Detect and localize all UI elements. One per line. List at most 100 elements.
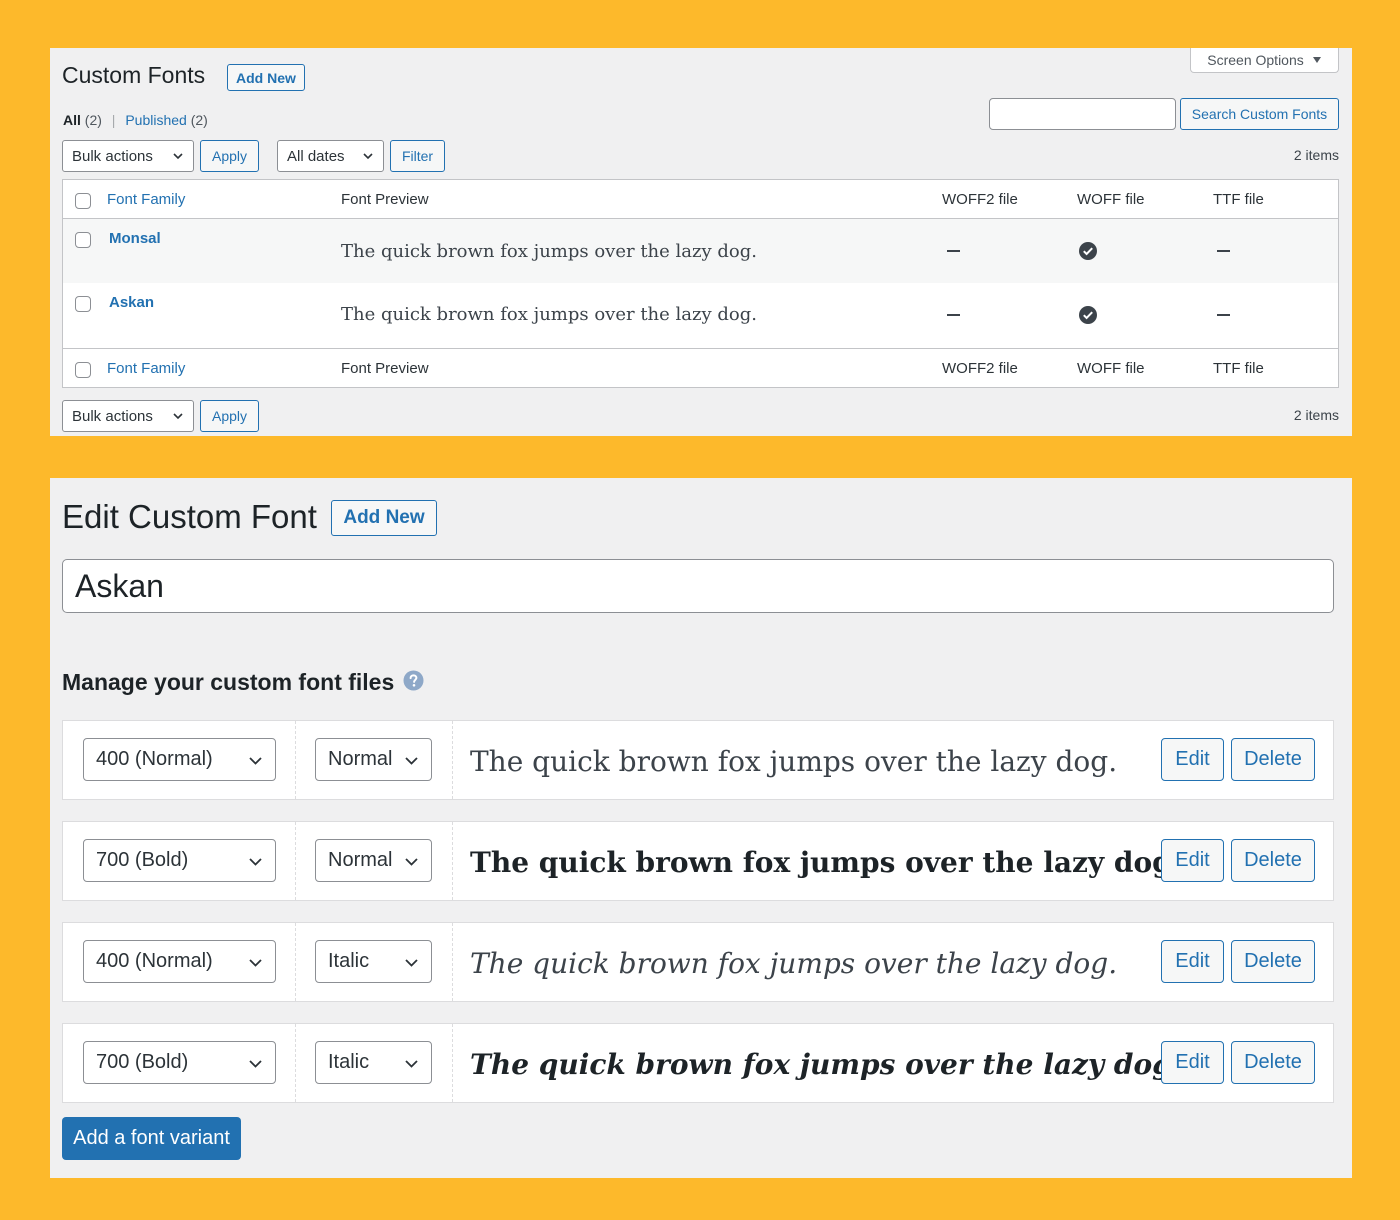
chevron-down-icon [405, 1059, 418, 1068]
filter-all-count: (2) [84, 112, 102, 128]
weight-select[interactable]: 400 (Normal) [83, 940, 276, 983]
column-divider [295, 1024, 296, 1102]
check-circle-icon [1079, 306, 1097, 324]
style-select[interactable]: Normal [315, 738, 432, 781]
bulk-actions-value: Bulk actions [72, 407, 153, 425]
font-variant-row: 400 (Normal) Normal The quick brown fox … [62, 720, 1334, 800]
chevron-down-icon [363, 153, 373, 160]
column-ttf: TTF file [1213, 191, 1264, 208]
chevron-down-icon [249, 756, 262, 765]
dates-select[interactable]: All dates [277, 140, 384, 172]
column-divider [295, 721, 296, 799]
filter-published-link[interactable]: Published [125, 112, 187, 128]
search-custom-fonts-button[interactable]: Search Custom Fonts [1180, 98, 1339, 130]
weight-value: 700 (Bold) [96, 849, 189, 871]
table-footer: Font Family Font Preview WOFF2 file WOFF… [63, 348, 1338, 387]
column-divider [452, 923, 453, 1001]
delete-variant-button[interactable]: Delete [1231, 839, 1315, 882]
column-font-family[interactable]: Font Family [107, 191, 185, 208]
items-count-top: 2 items [1293, 147, 1339, 163]
column-divider [295, 822, 296, 900]
column-woff2-footer: WOFF2 file [942, 360, 1018, 377]
edit-variant-button[interactable]: Edit [1161, 738, 1224, 781]
font-name-link[interactable]: Monsal [109, 230, 161, 247]
question-circle-icon[interactable] [403, 670, 424, 691]
weight-select[interactable]: 700 (Bold) [83, 839, 276, 882]
edit-variant-button[interactable]: Edit [1161, 1041, 1224, 1084]
column-divider [452, 822, 453, 900]
weight-select[interactable]: 700 (Bold) [83, 1041, 276, 1084]
delete-variant-button[interactable]: Delete [1231, 738, 1315, 781]
manage-files-heading: Manage your custom font files [62, 669, 395, 695]
font-name-input[interactable]: Askan [62, 559, 1334, 613]
font-variant-row: 700 (Bold) Normal The quick brown fox ju… [62, 821, 1334, 901]
chevron-down-icon [249, 1059, 262, 1068]
style-value: Italic [328, 1051, 370, 1073]
bulk-actions-value: Bulk actions [72, 147, 153, 165]
apply-button-top[interactable]: Apply [200, 140, 259, 172]
column-divider [452, 721, 453, 799]
caret-down-icon [1312, 57, 1321, 63]
apply-button-bottom[interactable]: Apply [200, 400, 259, 432]
delete-variant-button[interactable]: Delete [1231, 940, 1315, 983]
variant-preview-text: The quick brown fox jumps over the lazy … [470, 1047, 1182, 1081]
add-font-variant-button[interactable]: Add a font variant [62, 1117, 241, 1160]
style-value: Italic [328, 950, 370, 972]
page-title: Custom Fonts [62, 62, 206, 88]
style-value: Normal [328, 748, 393, 770]
select-all-checkbox-footer[interactable] [75, 362, 91, 378]
custom-fonts-list-panel: Custom Fonts Add New Screen Options All … [50, 48, 1352, 436]
chevron-down-icon [173, 413, 183, 420]
filter-separator: | [111, 112, 116, 128]
delete-variant-button[interactable]: Delete [1231, 1041, 1315, 1084]
font-preview-text: The quick brown fox jumps over the lazy … [341, 241, 757, 262]
check-circle-icon [1079, 242, 1097, 260]
style-select[interactable]: Normal [315, 839, 432, 882]
column-divider [295, 923, 296, 1001]
font-name-link[interactable]: Askan [109, 294, 154, 311]
weight-value: 400 (Normal) [96, 950, 213, 972]
edit-variant-button[interactable]: Edit [1161, 940, 1224, 983]
items-count-bottom: 2 items [1293, 407, 1339, 423]
font-variant-row: 700 (Bold) Italic The quick brown fox ju… [62, 1023, 1334, 1103]
filter-button[interactable]: Filter [390, 140, 445, 172]
select-all-checkbox[interactable] [75, 193, 91, 209]
chevron-down-icon [249, 857, 262, 866]
edit-variant-button[interactable]: Edit [1161, 839, 1224, 882]
chevron-down-icon [405, 958, 418, 967]
row-checkbox[interactable] [75, 296, 91, 312]
screen-options-label: Screen Options [1207, 52, 1304, 68]
column-font-preview-footer: Font Preview [341, 360, 429, 377]
search-input[interactable] [989, 98, 1176, 130]
bulk-actions-select-top[interactable]: Bulk actions [62, 140, 194, 172]
fonts-table: Font Family Font Preview WOFF2 file WOFF… [62, 179, 1339, 388]
column-font-preview: Font Preview [341, 191, 429, 208]
edit-custom-font-panel: Edit Custom Font Add New Askan Manage yo… [50, 478, 1352, 1178]
filter-published-count: (2) [190, 112, 208, 128]
variant-preview-text: The quick brown fox jumps over the lazy … [470, 845, 1182, 879]
style-value: Normal [328, 849, 393, 871]
style-select[interactable]: Italic [315, 940, 432, 983]
variant-preview-text: The quick brown fox jumps over the lazy … [470, 744, 1118, 778]
edit-page-title: Edit Custom Font [62, 498, 317, 535]
bulk-actions-select-bottom[interactable]: Bulk actions [62, 400, 194, 432]
style-select[interactable]: Italic [315, 1041, 432, 1084]
font-variant-row: 400 (Normal) Italic The quick brown fox … [62, 922, 1334, 1002]
column-woff-footer: WOFF file [1077, 360, 1145, 377]
filter-all-link[interactable]: All [63, 112, 81, 128]
column-ttf-footer: TTF file [1213, 360, 1264, 377]
column-woff2: WOFF2 file [942, 191, 1018, 208]
table-row: Monsal The quick brown fox jumps over th… [63, 219, 1338, 283]
variant-preview-text: The quick brown fox jumps over the lazy … [470, 946, 1118, 980]
add-new-button[interactable]: Add New [227, 64, 305, 91]
screen-options-button[interactable]: Screen Options [1190, 48, 1339, 73]
weight-select[interactable]: 400 (Normal) [83, 738, 276, 781]
dates-value: All dates [287, 147, 345, 165]
table-row: Askan The quick brown fox jumps over the… [63, 283, 1338, 348]
woff2-missing-dash [947, 250, 960, 252]
column-font-family-footer[interactable]: Font Family [107, 360, 185, 377]
chevron-down-icon [249, 958, 262, 967]
row-checkbox[interactable] [75, 232, 91, 248]
add-new-button[interactable]: Add New [331, 500, 437, 536]
font-preview-text: The quick brown fox jumps over the lazy … [341, 304, 757, 325]
